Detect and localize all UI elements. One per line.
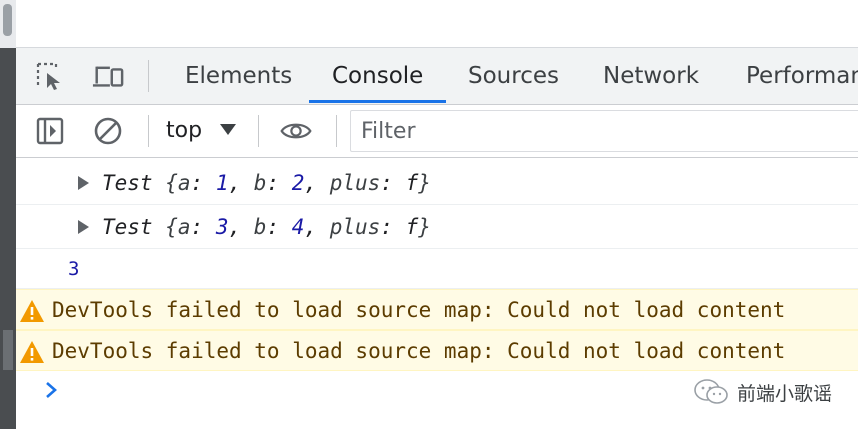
expand-arrow-icon[interactable] [78,220,89,234]
number-value: 3 [68,258,80,280]
chevron-down-icon[interactable] [220,124,236,135]
tab-sources[interactable]: Sources [468,48,559,104]
toolbar-separator [336,115,337,147]
console-message-warning: DevTools failed to load source map: Coul… [16,330,858,371]
active-tab-indicator [309,100,446,103]
console-message-number: 3 [16,249,858,289]
devtools-tab-bar: Elements Console Sources Network Perform… [16,48,858,105]
context-selector[interactable]: top [166,105,202,157]
tab-console[interactable]: Console [332,48,423,104]
toolbar-separator [148,60,149,92]
live-expression-eye-icon[interactable] [280,115,312,147]
tab-performance[interactable]: Performan [746,48,858,104]
toolbar-separator [258,115,259,147]
device-toolbar-icon[interactable] [92,60,124,92]
console-message-warning: DevTools failed to load source map: Coul… [16,289,858,330]
window-edge-block [3,330,13,370]
wechat-icon [694,379,728,404]
tab-network[interactable]: Network [603,48,699,104]
inspect-element-icon[interactable] [34,60,66,92]
filter-box [350,110,858,152]
console-toolbar: top [16,105,858,158]
devtools-panel: Elements Console Sources Network Perform… [16,0,858,429]
window-edge [0,0,16,429]
page-area [16,0,858,48]
filter-input[interactable] [361,111,841,151]
warning-text: DevTools failed to load source map: Coul… [52,298,786,322]
object-preview: Test {a: 3, b: 4, plus: f} [102,215,431,239]
clear-console-icon[interactable] [92,115,124,147]
toolbar-separator [148,115,149,147]
watermark: 前端小歌谣 [693,376,832,408]
expand-arrow-icon[interactable] [78,176,89,190]
tab-elements[interactable]: Elements [185,48,292,104]
warning-icon [20,300,44,322]
warning-icon [20,341,44,363]
warning-text: DevTools failed to load source map: Coul… [52,339,786,363]
show-sidebar-icon[interactable] [34,115,66,147]
console-message-object[interactable]: Test {a: 3, b: 4, plus: f} [16,205,858,249]
scrollbar-thumb[interactable] [3,4,12,36]
console-prompt-icon[interactable] [42,378,62,402]
console-message-object[interactable]: Test {a: 1, b: 2, plus: f} [16,161,858,205]
watermark-text: 前端小歌谣 [736,382,832,405]
object-preview: Test {a: 1, b: 2, plus: f} [102,171,431,195]
